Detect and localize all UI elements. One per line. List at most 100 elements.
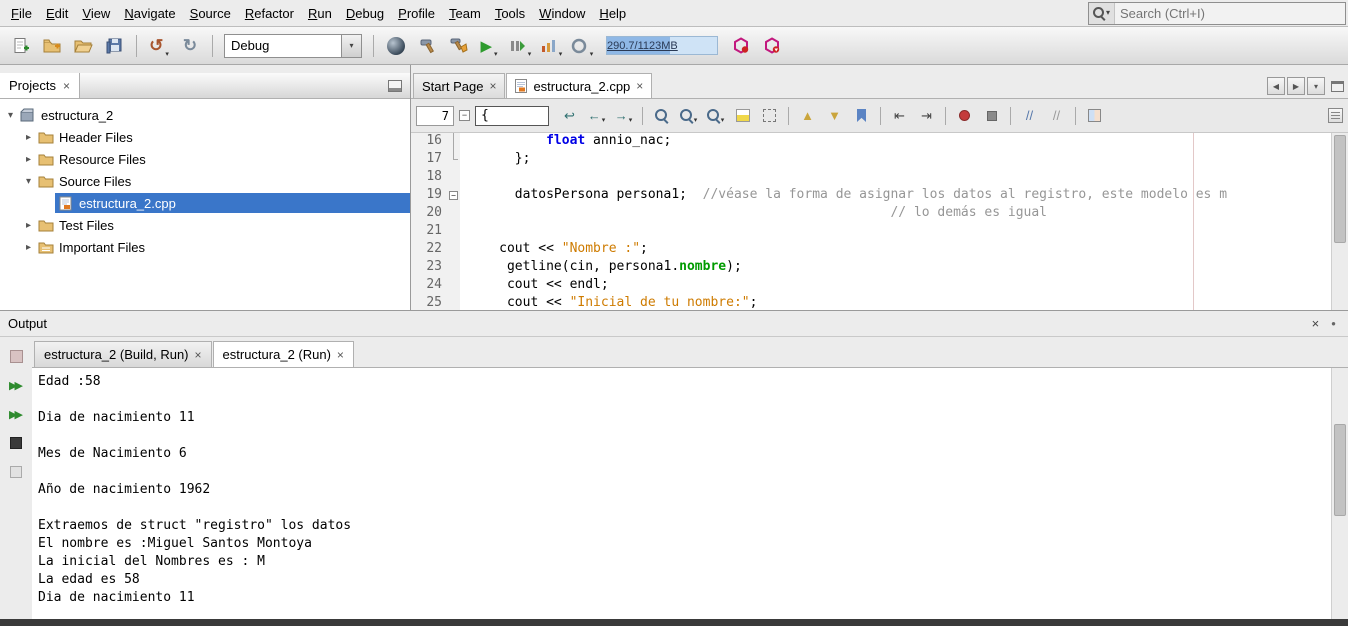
undo-button[interactable]: ↺▾ (144, 31, 174, 61)
tab-start-page[interactable]: Start Page × (413, 73, 505, 98)
line-number[interactable]: 25 (411, 295, 447, 310)
fold-preview-field[interactable]: { (475, 106, 549, 126)
output-text[interactable]: Edad :58 Dia de nacimiento 11 Mes de Nac… (32, 368, 1331, 619)
code-viewport[interactable]: 16 float annio_nac;17 };1819− datosPerso… (411, 133, 1331, 310)
tree-item-header-files[interactable]: ▸ Header Files (0, 126, 410, 148)
last-edit-icon[interactable]: ↩ (557, 105, 582, 127)
next-bookmark-icon[interactable]: ▼ (822, 105, 847, 127)
code-area[interactable]: 16 float annio_nac;17 };1819− datosPerso… (411, 133, 1348, 310)
clean-button[interactable] (381, 31, 411, 61)
open-project-button[interactable] (68, 31, 98, 61)
chevron-expanded-icon[interactable]: ▾ (22, 176, 35, 187)
window-menu-icon[interactable]: ● (1331, 319, 1336, 328)
chevron-collapsed-icon[interactable]: ▸ (22, 242, 35, 253)
output-tab-run[interactable]: estructura_2 (Run) × (213, 341, 354, 367)
code-text[interactable]: cout << endl; (460, 277, 609, 295)
run-project-button[interactable]: ▶▾ (474, 31, 504, 61)
tree-item-test-files[interactable]: ▸ Test Files (0, 214, 410, 236)
projects-tab[interactable]: Projects × (0, 73, 80, 98)
rerun-button[interactable]: ▶▶ (5, 374, 27, 396)
back-icon[interactable]: ←▾ (584, 105, 609, 127)
close-icon[interactable]: × (636, 80, 643, 92)
code-text[interactable]: cout << "Nombre :"; (460, 241, 648, 259)
stop-macro-recording-icon[interactable] (979, 105, 1004, 127)
new-file-button[interactable] (6, 31, 36, 61)
close-panel-icon[interactable]: × (1312, 316, 1320, 331)
chevron-collapsed-icon[interactable]: ▸ (22, 132, 35, 143)
tree-item-source-files[interactable]: ▾ Source Files (0, 170, 410, 192)
menu-profile[interactable]: Profile (391, 1, 442, 26)
rerun-with-params-button[interactable]: ▶▶ (5, 403, 27, 425)
save-all-button[interactable] (99, 31, 129, 61)
output-tab-build-run[interactable]: estructura_2 (Build, Run) × (34, 341, 212, 367)
stop-button[interactable] (5, 432, 27, 454)
menu-tools[interactable]: Tools (488, 1, 532, 26)
forward-icon[interactable]: →▾ (611, 105, 636, 127)
maximize-button[interactable] (1331, 81, 1344, 92)
tab-estructura-2-cpp[interactable]: estructura_2.cpp × (506, 73, 652, 98)
clear-output-button[interactable] (5, 461, 27, 483)
run-configuration-select[interactable]: Debug ▾ (224, 34, 362, 58)
close-icon[interactable]: × (337, 349, 344, 361)
line-number[interactable]: 23 (411, 259, 447, 277)
fold-collapse-icon[interactable]: − (459, 110, 470, 121)
minimize-panel-button[interactable] (388, 80, 402, 92)
toggle-highlight-icon[interactable] (730, 105, 755, 127)
chevron-collapsed-icon[interactable]: ▸ (22, 220, 35, 231)
menu-source[interactable]: Source (183, 1, 238, 26)
scroll-tabs-left-button[interactable]: ◀ (1267, 77, 1285, 95)
line-number[interactable]: 18 (411, 169, 447, 187)
profile-project-button[interactable]: ▾ (536, 31, 566, 61)
line-number[interactable]: 16 (411, 133, 447, 151)
tree-item-important-files[interactable]: ▸ Important Files (0, 236, 410, 258)
code-text[interactable]: cout << "Inicial de tu nombre:"; (460, 295, 757, 310)
menu-run[interactable]: Run (301, 1, 339, 26)
menu-help[interactable]: Help (592, 1, 633, 26)
code-text[interactable]: }; (460, 151, 530, 169)
line-number[interactable]: 24 (411, 277, 447, 295)
output-scrollbar-thumb[interactable] (1334, 424, 1346, 516)
shift-left-icon[interactable]: ⇤ (887, 105, 912, 127)
chevron-collapsed-icon[interactable]: ▸ (22, 154, 35, 165)
toggle-bookmark-icon[interactable] (849, 105, 874, 127)
tree-item-estructura-2-cpp[interactable]: estructura_2.cpp (0, 192, 410, 214)
current-line-box[interactable]: 7 (416, 106, 454, 126)
menu-debug[interactable]: Debug (339, 1, 391, 26)
editor-sidebar-toggle-button[interactable] (1328, 108, 1343, 123)
search-icon[interactable]: ▾ (1089, 3, 1115, 24)
editor-scrollbar-thumb[interactable] (1334, 135, 1346, 243)
diff-icon[interactable] (1082, 105, 1107, 127)
debug-project-button[interactable]: ▾ (505, 31, 535, 61)
profiling-points-window-button[interactable] (758, 31, 788, 61)
menu-team[interactable]: Team (442, 1, 488, 26)
redo-button[interactable]: ↻ (175, 31, 205, 61)
tree-item-resource-files[interactable]: ▸ Resource Files (0, 148, 410, 170)
close-icon[interactable]: × (63, 80, 70, 92)
output-scrollbar[interactable] (1331, 368, 1348, 619)
search-input[interactable] (1115, 4, 1345, 23)
code-text[interactable]: getline(cin, persona1.nombre); (460, 259, 742, 277)
find-next-icon[interactable]: ▾ (676, 105, 701, 127)
build-project-button[interactable] (412, 31, 442, 61)
menu-file[interactable]: File (4, 1, 39, 26)
previous-bookmark-icon[interactable]: ▲ (795, 105, 820, 127)
scroll-tabs-right-button[interactable]: ▶ (1287, 77, 1305, 95)
quick-search[interactable]: ▾ (1088, 2, 1346, 25)
code-text[interactable]: datosPersona persona1; //véase la forma … (460, 187, 1227, 205)
uncomment-icon[interactable]: // (1044, 105, 1069, 127)
line-number[interactable]: 22 (411, 241, 447, 259)
tab-list-dropdown-button[interactable]: ▾ (1307, 77, 1325, 95)
run-history-button[interactable]: ▾ (567, 31, 597, 61)
output-text-area[interactable]: Edad :58 Dia de nacimiento 11 Mes de Nac… (32, 367, 1348, 619)
fold-column[interactable]: − (447, 187, 460, 205)
comment-icon[interactable]: // (1017, 105, 1042, 127)
insert-profiling-point-button[interactable] (727, 31, 757, 61)
tree-item-estructura-2[interactable]: ▾ estructura_2 (0, 104, 410, 126)
start-macro-recording-icon[interactable] (952, 105, 977, 127)
menu-navigate[interactable]: Navigate (117, 1, 182, 26)
find-previous-icon[interactable]: ▾ (703, 105, 728, 127)
memory-indicator-button[interactable]: 290.7/1123MB (606, 36, 718, 55)
output-options-button[interactable] (5, 345, 27, 367)
line-number[interactable]: 20 (411, 205, 447, 223)
new-project-button[interactable] (37, 31, 67, 61)
